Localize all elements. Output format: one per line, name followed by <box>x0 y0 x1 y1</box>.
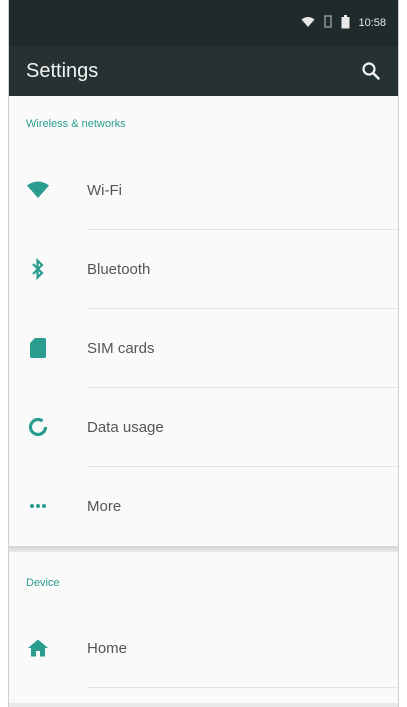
wifi-status-icon <box>301 16 315 31</box>
battery-status-icon <box>341 14 350 32</box>
divider <box>87 687 398 688</box>
section-header-device: Device <box>26 577 60 589</box>
data-usage-icon <box>26 415 50 439</box>
page-title: Settings <box>26 59 99 82</box>
phone-screen: 10:58 Settings Wireless & networks Wi-Fi… <box>8 0 399 707</box>
settings-item-label: Data usage <box>87 418 164 436</box>
status-bar: 10:58 <box>9 0 398 46</box>
settings-item-home[interactable]: Home <box>9 609 398 687</box>
bluetooth-icon <box>26 257 50 281</box>
status-time: 10:58 <box>358 17 386 29</box>
settings-item-label: SIM cards <box>87 339 155 357</box>
home-icon <box>26 636 50 660</box>
wifi-icon <box>26 178 50 202</box>
settings-item-label: More <box>87 497 122 515</box>
app-bar: Settings <box>9 46 398 96</box>
settings-item-wifi[interactable]: Wi-Fi <box>9 151 398 229</box>
settings-item-more[interactable]: More <box>9 467 398 545</box>
settings-item-label: Wi-Fi <box>87 181 122 199</box>
settings-item-bluetooth[interactable]: Bluetooth <box>9 230 398 308</box>
settings-item-data-usage[interactable]: Data usage <box>9 388 398 466</box>
search-icon[interactable] <box>359 59 383 83</box>
signal-status-icon <box>323 15 333 31</box>
section-header-wireless: Wireless & networks <box>26 118 126 130</box>
section-divider <box>9 546 398 552</box>
settings-item-label: Home <box>87 639 128 657</box>
settings-item-label: Bluetooth <box>87 260 151 278</box>
sim-card-icon <box>26 336 50 360</box>
more-icon <box>26 494 50 518</box>
bottom-edge <box>9 703 398 707</box>
settings-item-sim-cards[interactable]: SIM cards <box>9 309 398 387</box>
